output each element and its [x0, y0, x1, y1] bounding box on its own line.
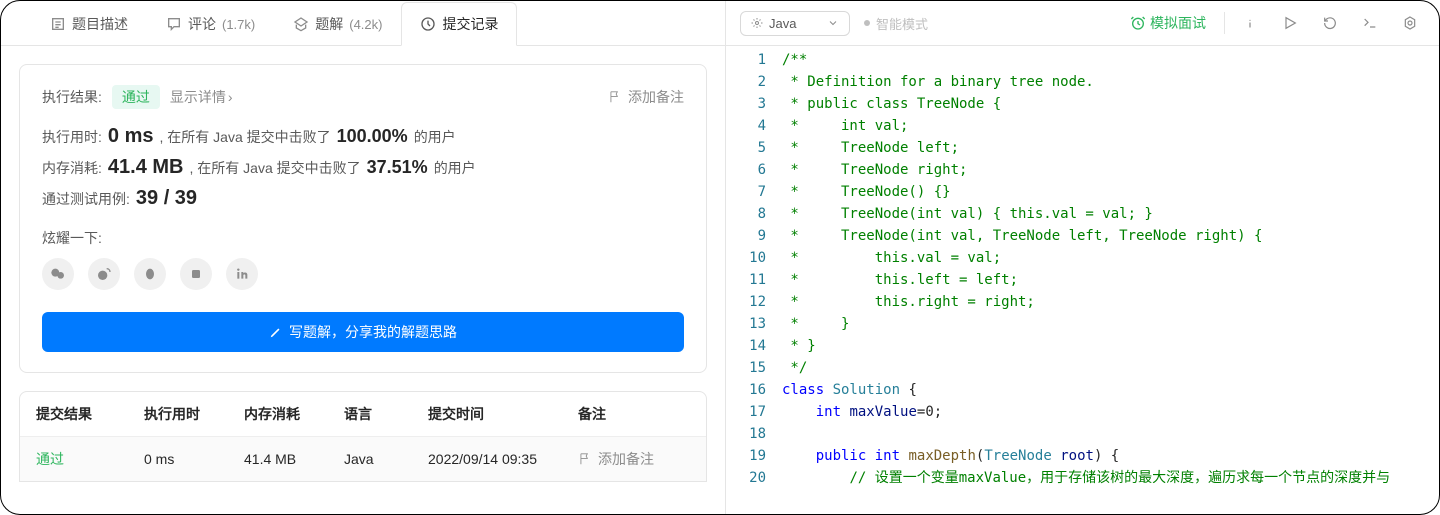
- result-status-badge: 通过: [112, 85, 160, 109]
- memory-suffix: 的用户: [434, 158, 476, 178]
- td-note-label: 添加备注: [598, 449, 654, 469]
- tab-solutions-label: 题解: [315, 14, 343, 34]
- td-date: 2022/09/14 09:35: [428, 451, 578, 467]
- th-note: 备注: [578, 404, 690, 424]
- settings-button[interactable]: [1395, 8, 1425, 38]
- tab-submissions[interactable]: 提交记录: [401, 2, 517, 46]
- info-button[interactable]: [1235, 8, 1265, 38]
- mock-interview-label: 模拟面试: [1150, 13, 1206, 33]
- td-language: Java: [344, 451, 428, 467]
- terminal-button[interactable]: [1355, 8, 1385, 38]
- memory-value: 41.4 MB: [108, 156, 184, 179]
- th-time: 执行用时: [144, 404, 244, 424]
- submissions-table: 提交结果 执行用时 内存消耗 语言 提交时间 备注 通过 0 ms 41.4 M…: [19, 391, 707, 482]
- chevron-down-icon: [827, 17, 839, 29]
- tab-comments-count: (1.7k): [222, 17, 255, 32]
- separator: [1224, 12, 1225, 34]
- testcase-label: 通过测试用例:: [42, 189, 130, 209]
- flag-icon: [578, 452, 592, 466]
- editor-toolbar: Java 智能模式 模拟面试: [726, 1, 1439, 46]
- line-gutter: 1234567891011121314151617181920: [726, 46, 776, 514]
- runtime-suffix: 的用户: [414, 127, 456, 147]
- td-time: 0 ms: [144, 451, 244, 467]
- table-row[interactable]: 通过 0 ms 41.4 MB Java 2022/09/14 09:35 添加…: [20, 437, 706, 481]
- testcase-value: 39 / 39: [136, 187, 197, 210]
- brag-label: 炫耀一下:: [42, 228, 684, 248]
- show-detail-link[interactable]: 显示详情 ›: [170, 87, 233, 107]
- alarm-icon: [1130, 15, 1146, 31]
- tab-solutions-count: (4.2k): [349, 17, 382, 32]
- smart-mode[interactable]: 智能模式: [864, 14, 928, 33]
- share-weibo-icon[interactable]: [88, 258, 120, 290]
- write-solution-button[interactable]: 写题解，分享我的解题思路: [42, 312, 684, 352]
- chevron-right-icon: ›: [228, 89, 233, 105]
- tab-description[interactable]: 题目描述: [31, 2, 147, 46]
- main-tabs: 题目描述 评论 (1.7k) 题解 (4.2k) 提交记录: [1, 1, 725, 46]
- gear-icon: [751, 17, 763, 29]
- code-area[interactable]: /** * Definition for a binary tree node.…: [776, 46, 1439, 514]
- add-note-button[interactable]: 添加备注: [608, 87, 684, 107]
- mock-interview-button[interactable]: 模拟面试: [1130, 13, 1206, 33]
- th-date: 提交时间: [428, 404, 578, 424]
- language-label: Java: [769, 16, 796, 31]
- add-note-label: 添加备注: [628, 87, 684, 107]
- language-select[interactable]: Java: [740, 11, 850, 36]
- runtime-value: 0 ms: [108, 125, 154, 148]
- memory-percent: 37.51%: [367, 157, 428, 178]
- run-button[interactable]: [1275, 8, 1305, 38]
- th-result: 提交结果: [36, 404, 144, 424]
- write-solution-label: 写题解，分享我的解题思路: [289, 322, 457, 342]
- result-card: 执行结果: 通过 显示详情 › 添加备注 执行用时: 0 ms: [19, 64, 707, 373]
- flag-icon: [608, 90, 622, 104]
- tab-solutions[interactable]: 题解 (4.2k): [274, 2, 401, 46]
- runtime-row: 执行用时: 0 ms , 在所有 Java 提交中击败了 100.00% 的用户: [42, 125, 684, 148]
- tab-comments[interactable]: 评论 (1.7k): [147, 2, 274, 46]
- td-note[interactable]: 添加备注: [578, 449, 690, 469]
- runtime-percent: 100.00%: [337, 126, 408, 147]
- reset-button[interactable]: [1315, 8, 1345, 38]
- show-detail-label: 显示详情: [170, 87, 226, 107]
- code-editor[interactable]: 1234567891011121314151617181920 /** * De…: [726, 46, 1439, 514]
- result-label: 执行结果:: [42, 87, 102, 107]
- share-douban-icon[interactable]: [180, 258, 212, 290]
- th-memory: 内存消耗: [244, 404, 344, 424]
- table-header: 提交结果 执行用时 内存消耗 语言 提交时间 备注: [20, 392, 706, 437]
- td-result[interactable]: 通过: [36, 449, 144, 469]
- dot-icon: [864, 20, 870, 26]
- runtime-label: 执行用时:: [42, 127, 102, 147]
- tab-description-label: 题目描述: [72, 14, 128, 34]
- pen-icon: [269, 325, 283, 339]
- tab-comments-label: 评论: [188, 14, 216, 34]
- testcase-row: 通过测试用例: 39 / 39: [42, 187, 684, 210]
- share-wechat-icon[interactable]: [42, 258, 74, 290]
- memory-label: 内存消耗:: [42, 158, 102, 178]
- share-linkedin-icon[interactable]: [226, 258, 258, 290]
- runtime-beats-prefix: , 在所有 Java 提交中击败了: [159, 127, 330, 147]
- memory-beats-prefix: , 在所有 Java 提交中击败了: [189, 158, 360, 178]
- smart-mode-label: 智能模式: [876, 14, 928, 33]
- memory-row: 内存消耗: 41.4 MB , 在所有 Java 提交中击败了 37.51% 的…: [42, 156, 684, 179]
- share-qq-icon[interactable]: [134, 258, 166, 290]
- tab-submissions-label: 提交记录: [442, 14, 498, 34]
- th-language: 语言: [344, 404, 428, 424]
- td-memory: 41.4 MB: [244, 451, 344, 467]
